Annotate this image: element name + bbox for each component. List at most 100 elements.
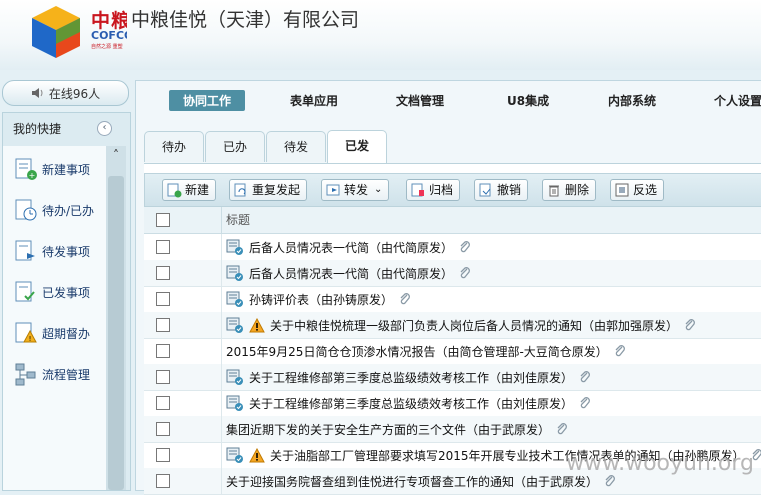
overdue-warning-icon: ! (15, 322, 37, 343)
forward-label: 转发 (344, 183, 369, 197)
title-column-header: 标题 (226, 213, 251, 227)
attachment-icon[interactable] (458, 240, 472, 254)
attachment-icon[interactable] (555, 422, 569, 436)
sidebar-title: 我的快捷 (13, 121, 62, 136)
workflow-icon (15, 363, 36, 386)
attachment-icon[interactable] (578, 396, 592, 410)
archive-button[interactable]: 归档 (406, 179, 461, 201)
table-row[interactable]: 关于中粮佳悦梳理一级部门负责人岗位后备人员情况的通知（由郭加强原发） (144, 312, 761, 339)
top-navigation: 协同工作 表单应用 文档管理 U8集成 内部系统 个人设置 (136, 81, 761, 121)
document-icon (226, 395, 243, 411)
row-checkbox[interactable] (156, 292, 170, 306)
table-row[interactable]: 集团近期下发的关于安全生产方面的三个文件（由于武原发） (144, 416, 761, 443)
column-divider (221, 416, 222, 442)
row-checkbox[interactable] (156, 240, 170, 254)
repeat-icon (234, 183, 246, 197)
title-cell[interactable]: 关于中粮佳悦梳理一级部门负责人岗位后备人员情况的通知（由郭加强原发） (226, 312, 697, 338)
attachment-icon[interactable] (683, 318, 697, 332)
app-header: 中粮 COFCO 自然之源 重塑 中粮佳悦（天津）有限公司 (0, 0, 761, 70)
company-name: 中粮佳悦（天津）有限公司 (131, 9, 360, 31)
item-title[interactable]: 后备人员情况表一代简（由代简原发） (249, 239, 453, 256)
nav-form-apps[interactable]: 表单应用 (290, 92, 338, 109)
title-cell[interactable]: 2015年9月25日简仓仓顶渗水情况报告（由简仓管理部-大豆简仓原发） (226, 338, 627, 364)
delete-button[interactable]: 删除 (542, 179, 597, 201)
tab-sent[interactable]: 已发 (327, 130, 387, 163)
title-cell[interactable]: 后备人员情况表一代简（由代简原发） (226, 234, 472, 260)
sidebar-item-sent[interactable]: 已发事项 (13, 279, 90, 305)
column-divider (221, 207, 222, 233)
table-row[interactable]: 后备人员情况表一代简（由代简原发） (144, 234, 761, 261)
archive-label: 归档 (429, 183, 454, 197)
title-cell[interactable]: 集团近期下发的关于安全生产方面的三个文件（由于武原发） (226, 416, 569, 442)
nav-u8-integration[interactable]: U8集成 (507, 92, 549, 109)
item-title[interactable]: 关于迎接国务院督查组到佳悦进行专项督查工作的通知（由于武原发） (226, 473, 598, 490)
row-checkbox[interactable] (156, 318, 170, 332)
watermark: www.wooyun.org (566, 451, 754, 476)
scrollbar-thumb[interactable] (108, 176, 124, 490)
row-checkbox[interactable] (156, 266, 170, 280)
sidebar-item-to-send[interactable]: 待发事项 (13, 238, 90, 264)
column-divider (221, 286, 222, 312)
main-panel: 协同工作 表单应用 文档管理 U8集成 内部系统 个人设置 待办 已办 待发 已… (135, 80, 761, 495)
sidebar-item-new[interactable]: + 新建事项 (13, 156, 90, 182)
table-row[interactable]: 关于工程维修部第三季度总监级绩效考核工作（由刘佳原发） (144, 390, 761, 417)
nav-collab-work[interactable]: 协同工作 (169, 90, 246, 111)
attachment-icon[interactable] (603, 474, 617, 488)
title-cell[interactable]: 关于工程维修部第三季度总监级绩效考核工作（由刘佳原发） (226, 390, 592, 416)
attachment-icon[interactable] (578, 370, 592, 384)
title-cell[interactable]: 孙铸评价表（由孙铸原发） (226, 286, 412, 312)
title-cell[interactable]: 后备人员情况表一代简（由代简原发） (226, 260, 472, 286)
collapse-sidebar-icon[interactable]: ‹ (97, 121, 112, 136)
invert-select-icon (615, 183, 629, 197)
attachment-icon[interactable] (613, 344, 627, 358)
table-row[interactable]: 2015年9月25日简仓仓顶渗水情况报告（由简仓管理部-大豆简仓原发） (144, 338, 761, 365)
repeat-send-button[interactable]: 重复发起 (229, 179, 308, 201)
column-divider (221, 260, 222, 286)
new-button[interactable]: 新建 (162, 179, 217, 201)
tab-to-send[interactable]: 待发 (266, 131, 326, 162)
item-title[interactable]: 孙铸评价表（由孙铸原发） (249, 291, 393, 308)
invert-select-button[interactable]: 反选 (610, 179, 665, 201)
sidebar-item-overdue[interactable]: ! 超期督办 (13, 320, 90, 346)
row-checkbox[interactable] (156, 474, 170, 488)
item-title[interactable]: 关于工程维修部第三季度总监级绩效考核工作（由刘佳原发） (249, 369, 573, 386)
sidebar-scrollbar[interactable]: ˄ (106, 146, 126, 490)
forward-button[interactable]: 转发 ⌄ (321, 179, 390, 201)
title-cell[interactable]: 关于迎接国务院督查组到佳悦进行专项督查工作的通知（由于武原发） (226, 468, 617, 494)
new-icon (167, 183, 182, 198)
sidebar-item-label: 超期督办 (42, 326, 91, 341)
item-title[interactable]: 集团近期下发的关于安全生产方面的三个文件（由于武原发） (226, 421, 550, 438)
column-divider (221, 338, 222, 364)
pending-done-icon (15, 199, 37, 221)
item-title[interactable]: 关于中粮佳悦梳理一级部门负责人岗位后备人员情况的通知（由郭加强原发） (270, 317, 678, 334)
sidebar-header: 我的快捷 ‹ (3, 113, 130, 143)
sidebar-item-label: 流程管理 (42, 367, 91, 382)
item-title[interactable]: 关于工程维修部第三季度总监级绩效考核工作（由刘佳原发） (249, 395, 573, 412)
scroll-up-icon[interactable]: ˄ (106, 146, 126, 164)
tab-pending[interactable]: 待办 (144, 131, 204, 162)
item-title[interactable]: 2015年9月25日简仓仓顶渗水情况报告（由简仓管理部-大豆简仓原发） (226, 343, 608, 360)
online-users-badge[interactable]: 在线96人 (2, 80, 129, 106)
row-checkbox[interactable] (156, 396, 170, 410)
tab-done[interactable]: 已办 (205, 131, 265, 162)
attachment-icon[interactable] (458, 266, 472, 280)
sidebar-item-workflow[interactable]: 流程管理 (13, 361, 90, 387)
row-checkbox[interactable] (156, 422, 170, 436)
table-row[interactable]: 后备人员情况表一代简（由代简原发） (144, 260, 761, 287)
title-cell[interactable]: 关于工程维修部第三季度总监级绩效考核工作（由刘佳原发） (226, 364, 592, 390)
row-checkbox[interactable] (156, 448, 170, 462)
nav-personal-settings[interactable]: 个人设置 (714, 92, 761, 109)
table-row[interactable]: 孙铸评价表（由孙铸原发） (144, 286, 761, 313)
item-title[interactable]: 后备人员情况表一代简（由代简原发） (249, 265, 453, 282)
sidebar-item-pending-done[interactable]: 待办/已办 (13, 197, 94, 223)
nav-doc-management[interactable]: 文档管理 (396, 92, 444, 109)
online-users-label: 在线96人 (48, 86, 101, 101)
row-checkbox[interactable] (156, 370, 170, 384)
select-all-checkbox[interactable] (156, 213, 170, 227)
nav-internal-system[interactable]: 内部系统 (608, 92, 656, 109)
revoke-button[interactable]: 撤销 (474, 179, 529, 201)
row-checkbox[interactable] (156, 344, 170, 358)
attachment-icon[interactable] (398, 292, 412, 306)
table-row[interactable]: 关于工程维修部第三季度总监级绩效考核工作（由刘佳原发） (144, 364, 761, 391)
sidebar-item-label: 已发事项 (42, 285, 91, 300)
